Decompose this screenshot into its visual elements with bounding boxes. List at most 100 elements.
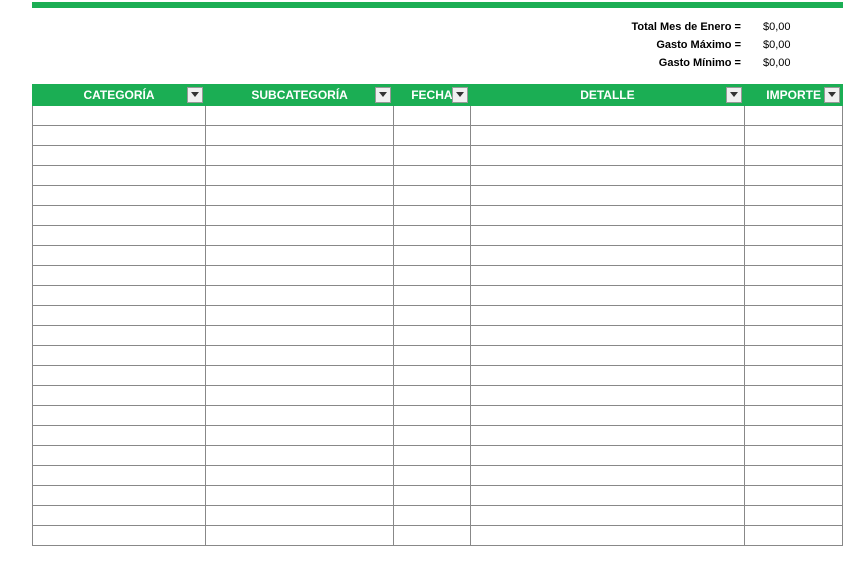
table-cell[interactable] [33,466,206,486]
filter-button-fecha[interactable] [452,87,468,103]
table-cell[interactable] [394,266,470,286]
table-cell[interactable] [745,426,843,446]
table-cell[interactable] [33,346,206,366]
table-cell[interactable] [470,246,745,266]
table-cell[interactable] [394,426,470,446]
table-cell[interactable] [745,206,843,226]
table-cell[interactable] [394,106,470,126]
table-cell[interactable] [33,166,206,186]
table-cell[interactable] [205,126,393,146]
table-cell[interactable] [394,446,470,466]
table-cell[interactable] [205,486,393,506]
table-cell[interactable] [470,426,745,446]
table-cell[interactable] [205,146,393,166]
table-cell[interactable] [470,506,745,526]
table-cell[interactable] [205,466,393,486]
table-cell[interactable] [745,306,843,326]
table-cell[interactable] [745,246,843,266]
table-cell[interactable] [33,226,206,246]
table-cell[interactable] [205,306,393,326]
table-cell[interactable] [745,146,843,166]
table-cell[interactable] [33,246,206,266]
table-cell[interactable] [470,126,745,146]
table-cell[interactable] [470,206,745,226]
table-cell[interactable] [470,286,745,306]
table-cell[interactable] [394,526,470,546]
table-cell[interactable] [205,506,393,526]
table-cell[interactable] [745,166,843,186]
table-cell[interactable] [470,266,745,286]
table-cell[interactable] [33,286,206,306]
table-cell[interactable] [33,186,206,206]
table-cell[interactable] [33,426,206,446]
table-cell[interactable] [745,506,843,526]
table-cell[interactable] [33,386,206,406]
table-cell[interactable] [205,246,393,266]
table-cell[interactable] [205,346,393,366]
table-cell[interactable] [394,126,470,146]
table-cell[interactable] [470,186,745,206]
table-cell[interactable] [205,106,393,126]
table-cell[interactable] [745,466,843,486]
table-cell[interactable] [33,106,206,126]
table-cell[interactable] [394,206,470,226]
table-cell[interactable] [470,166,745,186]
table-cell[interactable] [33,206,206,226]
table-cell[interactable] [394,286,470,306]
table-cell[interactable] [33,306,206,326]
table-cell[interactable] [745,446,843,466]
filter-button-categoria[interactable] [187,87,203,103]
table-cell[interactable] [33,366,206,386]
table-cell[interactable] [33,146,206,166]
table-cell[interactable] [394,486,470,506]
table-cell[interactable] [745,326,843,346]
table-cell[interactable] [394,246,470,266]
table-cell[interactable] [205,206,393,226]
table-cell[interactable] [745,266,843,286]
table-cell[interactable] [745,526,843,546]
table-cell[interactable] [394,146,470,166]
table-cell[interactable] [394,366,470,386]
table-cell[interactable] [470,366,745,386]
table-cell[interactable] [745,226,843,246]
table-cell[interactable] [745,186,843,206]
table-cell[interactable] [33,326,206,346]
table-cell[interactable] [33,486,206,506]
table-cell[interactable] [205,406,393,426]
filter-button-subcategoria[interactable] [375,87,391,103]
table-cell[interactable] [745,486,843,506]
table-cell[interactable] [470,146,745,166]
table-cell[interactable] [33,266,206,286]
table-cell[interactable] [745,366,843,386]
table-cell[interactable] [33,126,206,146]
table-cell[interactable] [205,526,393,546]
table-cell[interactable] [394,346,470,366]
table-cell[interactable] [470,326,745,346]
table-cell[interactable] [205,366,393,386]
table-cell[interactable] [394,186,470,206]
table-cell[interactable] [33,446,206,466]
table-cell[interactable] [205,426,393,446]
table-cell[interactable] [745,286,843,306]
table-cell[interactable] [33,506,206,526]
table-cell[interactable] [470,446,745,466]
table-cell[interactable] [205,266,393,286]
table-cell[interactable] [745,126,843,146]
table-cell[interactable] [33,406,206,426]
table-cell[interactable] [394,226,470,246]
table-cell[interactable] [394,166,470,186]
table-cell[interactable] [394,466,470,486]
table-cell[interactable] [394,506,470,526]
table-cell[interactable] [205,226,393,246]
table-cell[interactable] [205,166,393,186]
table-cell[interactable] [745,346,843,366]
table-cell[interactable] [394,306,470,326]
table-cell[interactable] [470,106,745,126]
table-cell[interactable] [205,186,393,206]
table-cell[interactable] [470,306,745,326]
table-cell[interactable] [205,286,393,306]
table-cell[interactable] [33,526,206,546]
table-cell[interactable] [394,386,470,406]
table-cell[interactable] [470,526,745,546]
table-cell[interactable] [470,386,745,406]
